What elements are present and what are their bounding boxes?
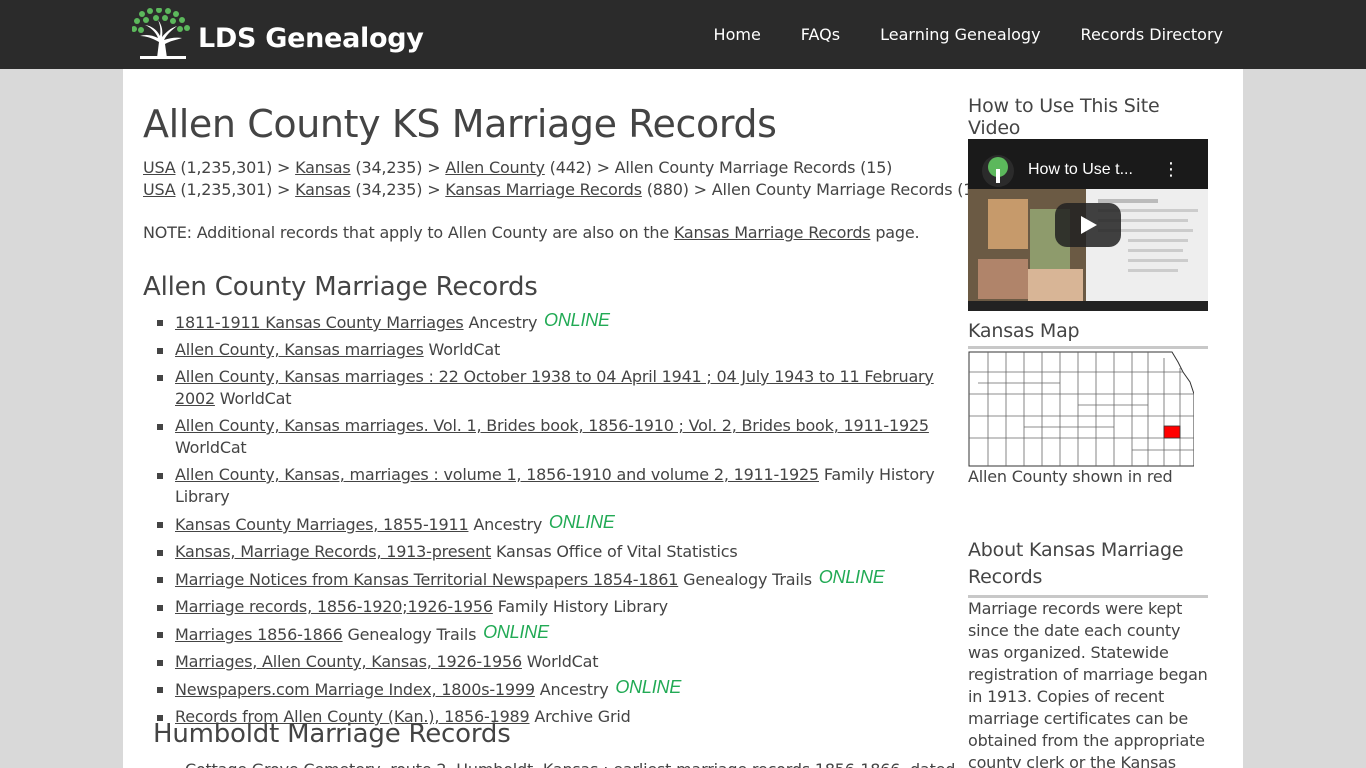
record-link[interactable]: Allen County, Kansas marriages. Vol. 1, … [175, 416, 929, 435]
tree-logo-icon [132, 8, 190, 59]
breadcrumb-link[interactable]: Allen County [445, 158, 545, 177]
record-link[interactable]: Marriage Notices from Kansas Territorial… [175, 570, 678, 589]
record-link[interactable]: Marriages 1856-1866 [175, 625, 343, 644]
kansas-map-image [968, 351, 1195, 467]
site-logo-text: LDS Genealogy [198, 22, 424, 54]
list-item: 1811-1911 Kansas County Marriages Ancest… [155, 310, 975, 334]
nav-records-directory[interactable]: Records Directory [1081, 25, 1223, 44]
list-item: Marriage Notices from Kansas Territorial… [155, 567, 975, 591]
record-source: Kansas Office of Vital Statistics [491, 542, 738, 561]
record-link[interactable]: Kansas, Marriage Records, 1913-present [175, 542, 491, 561]
record-source: Genealogy Trails [342, 625, 477, 644]
nav-learning-genealogy[interactable]: Learning Genealogy [880, 25, 1040, 44]
breadcrumb-link[interactable]: Kansas [295, 180, 351, 199]
record-source: Archive Grid [529, 707, 631, 726]
record-link[interactable]: Newspapers.com Marriage Index, 1800s-199… [175, 680, 535, 699]
record-link[interactable]: Cottage Grove Cemetery, route 2, Humbold… [185, 760, 955, 768]
about-heading: About Kansas Marriage Records [968, 537, 1208, 598]
record-link[interactable]: Marriages, Allen County, Kansas, 1926-19… [175, 652, 522, 671]
list-item: Marriage records, 1856-1920;1926-1956 Fa… [155, 596, 975, 618]
online-badge: ONLINE [813, 567, 885, 587]
section-heading: Allen County Marriage Records [143, 272, 538, 302]
site-logo[interactable]: LDS Genealogy [132, 8, 424, 60]
kansas-map [968, 350, 1195, 468]
breadcrumb-link[interactable]: Kansas [295, 158, 351, 177]
online-badge: ONLINE [610, 677, 682, 697]
list-item: Marriages, Allen County, Kansas, 1926-19… [155, 651, 975, 673]
humboldt-records-list: Cottage Grove Cemetery, route 2, Humbold… [165, 759, 985, 768]
breadcrumb-line-2: USA (1,235,301) > Kansas (34,235) > Kans… [143, 179, 989, 201]
breadcrumb-text: (1,235,301) > [175, 158, 296, 177]
record-link[interactable]: Kansas County Marriages, 1855-1911 [175, 515, 469, 534]
note-suffix: page. [870, 223, 920, 242]
list-item: Marriages 1856-1866 Genealogy Trails ONL… [155, 622, 975, 646]
list-item: Kansas, Marriage Records, 1913-present K… [155, 541, 975, 563]
video-title: How to Use t... [1028, 161, 1133, 178]
main-nav: Home FAQs Learning Genealogy Records Dir… [674, 0, 1223, 69]
breadcrumb-link[interactable]: USA [143, 180, 176, 199]
breadcrumbs: USA (1,235,301) > Kansas (34,235) > Alle… [143, 157, 989, 201]
breadcrumb-text: (34,235) > [350, 158, 446, 177]
record-source: WorldCat [175, 438, 247, 457]
breadcrumb-text: (1,235,301) > [175, 180, 296, 199]
video-player[interactable]: How to Use t... ⋮ [968, 139, 1208, 311]
record-source: WorldCat [521, 652, 599, 671]
breadcrumb-line-1: USA (1,235,301) > Kansas (34,235) > Alle… [143, 157, 989, 179]
about-text: Marriage records were kept since the dat… [968, 599, 1208, 768]
more-options-icon[interactable]: ⋮ [1162, 159, 1180, 180]
note-link-kansas-marriage-records[interactable]: Kansas Marriage Records [674, 223, 871, 242]
record-source: WorldCat [214, 389, 292, 408]
record-source: Ancestry [468, 515, 543, 534]
map-heading: Kansas Map [968, 320, 1208, 349]
record-source: Family History Library [492, 597, 668, 616]
breadcrumb-text: (34,235) > [350, 180, 446, 199]
record-link[interactable]: 1811-1911 Kansas County Marriages [175, 313, 464, 332]
list-item: Allen County, Kansas marriages : 22 Octo… [155, 366, 975, 410]
records-list: 1811-1911 Kansas County Marriages Ancest… [155, 310, 975, 733]
list-item: Newspapers.com Marriage Index, 1800s-199… [155, 677, 975, 701]
online-badge: ONLINE [544, 512, 615, 532]
note-prefix: NOTE: Additional records that apply to A… [143, 223, 674, 242]
breadcrumb-text: (442) > Allen County Marriage Records (1… [544, 158, 893, 177]
record-link[interactable]: Allen County, Kansas, marriages : volume… [175, 465, 819, 484]
breadcrumb-link[interactable]: USA [143, 158, 176, 177]
site-header: LDS Genealogy Home FAQs Learning Genealo… [0, 0, 1366, 69]
online-badge: ONLINE [539, 310, 610, 330]
nav-faqs[interactable]: FAQs [801, 25, 840, 44]
breadcrumb-text: (880) > Allen County Marriage Records (1… [641, 180, 990, 199]
record-source: Genealogy Trails [678, 570, 812, 589]
play-button-icon[interactable] [1055, 203, 1121, 247]
page-title: Allen County KS Marriage Records [143, 102, 777, 146]
list-item: Allen County, Kansas marriages. Vol. 1, … [155, 415, 975, 459]
list-item: Kansas County Marriages, 1855-1911 Ances… [155, 512, 975, 536]
breadcrumb-link[interactable]: Kansas Marriage Records [445, 180, 642, 199]
record-link[interactable]: Allen County, Kansas marriages [175, 340, 424, 359]
record-link[interactable]: Marriage records, 1856-1920;1926-1956 [175, 597, 493, 616]
online-badge: ONLINE [478, 622, 549, 642]
note-text: NOTE: Additional records that apply to A… [143, 223, 920, 242]
list-item: Cottage Grove Cemetery, route 2, Humbold… [165, 759, 985, 768]
list-item: Allen County, Kansas marriages WorldCat [155, 339, 975, 361]
content-card: Allen County KS Marriage Records USA (1,… [123, 69, 1243, 768]
humboldt-heading: Humboldt Marriage Records [153, 719, 511, 749]
map-caption: Allen County shown in red [968, 467, 1173, 486]
list-item: Allen County, Kansas, marriages : volume… [155, 464, 975, 508]
record-source: Ancestry [463, 313, 538, 332]
record-source: Ancestry [534, 680, 609, 699]
nav-home[interactable]: Home [714, 25, 761, 44]
record-source: WorldCat [423, 340, 501, 359]
